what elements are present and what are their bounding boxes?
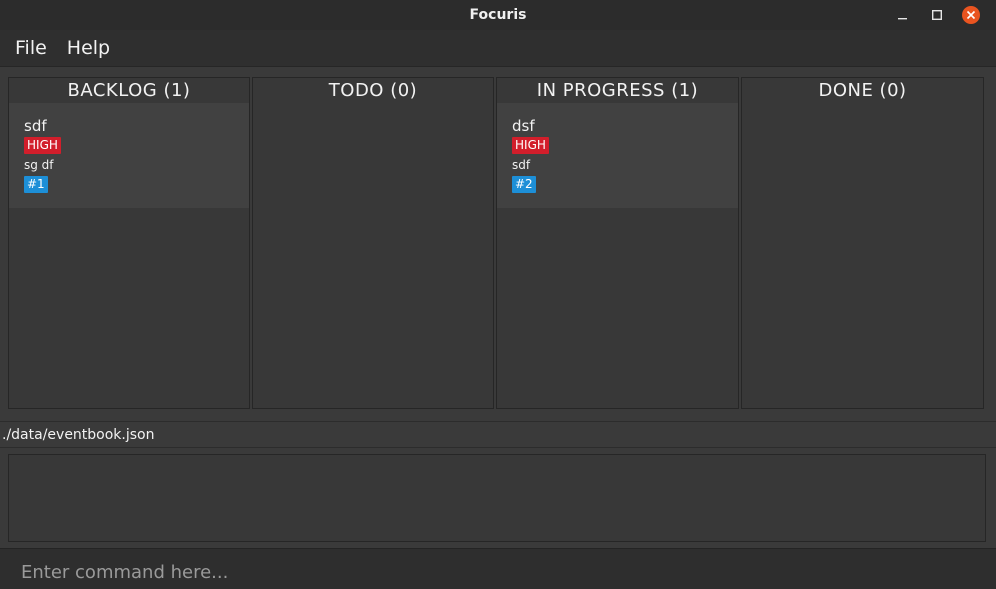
maximize-icon xyxy=(932,10,942,20)
column-title: IN PROGRESS (1) xyxy=(497,78,738,103)
column-todo: TODO (0) xyxy=(252,77,494,409)
task-id-badge: #2 xyxy=(512,176,536,193)
minimize-icon xyxy=(898,18,907,20)
task-description: sdf xyxy=(512,158,531,172)
menu-bar: File Help xyxy=(0,30,996,67)
column-backlog: BACKLOG (1) sdf HIGH sg df #1 xyxy=(8,77,250,409)
maximize-button[interactable] xyxy=(920,0,954,30)
close-icon xyxy=(962,6,980,24)
column-title: BACKLOG (1) xyxy=(9,78,249,103)
task-description: sg df xyxy=(24,158,54,172)
kanban-board: BACKLOG (1) sdf HIGH sg df #1 TODO (0) I… xyxy=(0,67,996,419)
menu-help[interactable]: Help xyxy=(57,37,120,59)
column-done: DONE (0) xyxy=(741,77,984,409)
task-card[interactable]: sdf HIGH sg df #1 xyxy=(9,103,249,208)
priority-badge: HIGH xyxy=(24,137,61,154)
title-bar: Focuris xyxy=(0,0,996,30)
column-in-progress: IN PROGRESS (1) dsf HIGH sdf #2 xyxy=(496,77,739,409)
column-title: TODO (0) xyxy=(253,78,493,103)
command-box xyxy=(0,548,996,589)
window-controls xyxy=(886,0,988,30)
column-title: DONE (0) xyxy=(742,78,983,103)
priority-badge: HIGH xyxy=(512,137,549,154)
minimize-button[interactable] xyxy=(886,0,920,30)
task-title: sdf xyxy=(24,117,47,135)
status-bar: ./data/eventbook.json xyxy=(0,421,996,448)
result-display[interactable] xyxy=(8,454,986,542)
menu-file[interactable]: File xyxy=(5,37,57,59)
data-file-path: ./data/eventbook.json xyxy=(2,426,155,443)
window-title: Focuris xyxy=(469,7,527,23)
task-title: dsf xyxy=(512,117,535,135)
task-card[interactable]: dsf HIGH sdf #2 xyxy=(497,103,738,208)
command-input[interactable] xyxy=(0,549,996,589)
task-id-badge: #1 xyxy=(24,176,48,193)
close-button[interactable] xyxy=(954,0,988,30)
